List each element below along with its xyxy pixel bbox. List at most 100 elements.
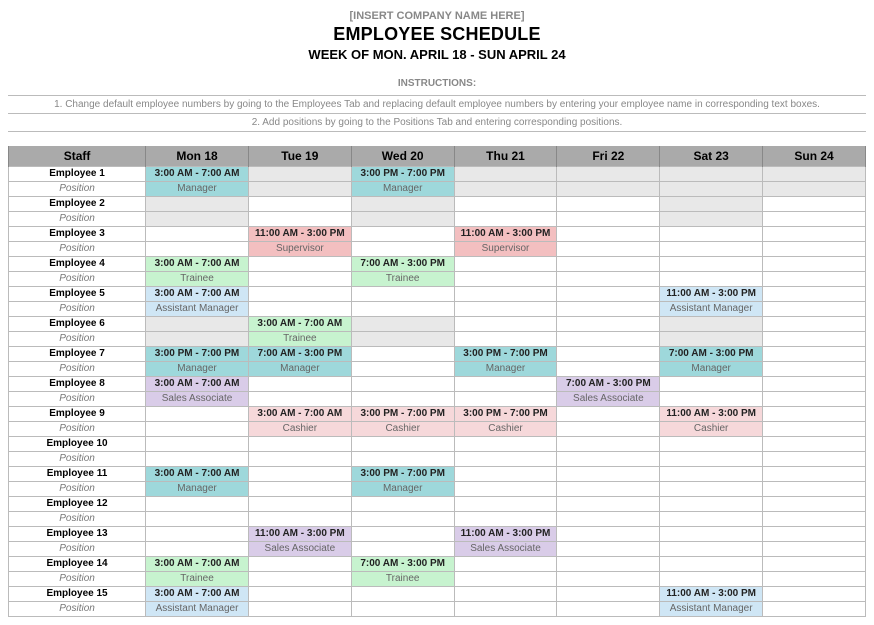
shift-time-cell [351, 587, 454, 602]
shift-role-cell [248, 182, 351, 197]
shift-role-cell: Sales Associate [454, 542, 557, 557]
shift-time-cell [557, 437, 660, 452]
shift-time-cell [660, 527, 763, 542]
shift-time-cell [351, 437, 454, 452]
employee-row: Employee 93:00 AM - 7:00 AM3:00 PM - 7:0… [9, 407, 866, 422]
shift-role-cell [454, 332, 557, 347]
col-fri: Fri 22 [557, 146, 660, 167]
shift-role-cell [557, 242, 660, 257]
employee-position-row: PositionManagerManagerManagerManager [9, 362, 866, 377]
shift-time-cell [557, 317, 660, 332]
shift-time-cell: 3:00 AM - 7:00 AM [146, 287, 249, 302]
employee-position-row: PositionTraineeTrainee [9, 272, 866, 287]
shift-time-cell [146, 317, 249, 332]
shift-time-cell [763, 287, 866, 302]
shift-time-cell [351, 377, 454, 392]
shift-role-cell [248, 602, 351, 617]
shift-time-cell [557, 287, 660, 302]
employee-row: Employee 53:00 AM - 7:00 AM11:00 AM - 3:… [9, 287, 866, 302]
position-label-cell: Position [9, 182, 146, 197]
shift-role-cell [763, 422, 866, 437]
shift-time-cell: 11:00 AM - 3:00 PM [660, 407, 763, 422]
shift-time-cell: 7:00 AM - 3:00 PM [351, 557, 454, 572]
shift-time-cell: 3:00 AM - 7:00 AM [146, 257, 249, 272]
shift-role-cell [660, 452, 763, 467]
shift-time-cell [557, 467, 660, 482]
shift-role-cell [660, 512, 763, 527]
shift-time-cell: 11:00 AM - 3:00 PM [454, 527, 557, 542]
shift-role-cell: Assistant Manager [660, 302, 763, 317]
shift-role-cell [351, 602, 454, 617]
shift-role-cell: Manager [146, 362, 249, 377]
shift-role-cell [660, 392, 763, 407]
shift-role-cell [763, 542, 866, 557]
employee-row: Employee 2 [9, 197, 866, 212]
shift-time-cell: 11:00 AM - 3:00 PM [454, 227, 557, 242]
shift-time-cell: 11:00 AM - 3:00 PM [660, 587, 763, 602]
employee-row: Employee 153:00 AM - 7:00 AM11:00 AM - 3… [9, 587, 866, 602]
position-label-cell: Position [9, 272, 146, 287]
employee-name: Employee 9 [9, 407, 146, 422]
shift-time-cell: 7:00 AM - 3:00 PM [660, 347, 763, 362]
shift-time-cell [454, 557, 557, 572]
shift-time-cell [660, 167, 763, 182]
employee-name: Employee 3 [9, 227, 146, 242]
shift-time-cell [763, 377, 866, 392]
shift-time-cell [248, 497, 351, 512]
shift-role-cell [248, 452, 351, 467]
employee-name: Employee 4 [9, 257, 146, 272]
shift-role-cell [351, 212, 454, 227]
employee-position-row: PositionAssistant ManagerAssistant Manag… [9, 302, 866, 317]
shift-role-cell [248, 482, 351, 497]
shift-role-cell: Manager [248, 362, 351, 377]
employee-row: Employee 43:00 AM - 7:00 AM 7:00 AM - 3:0… [9, 257, 866, 272]
employee-name: Employee 14 [9, 557, 146, 572]
shift-time-cell: 7:00 AM - 3:00 PM [351, 257, 454, 272]
shift-role-cell [248, 272, 351, 287]
page-subtitle: WEEK OF MON. APRIL 18 - SUN APRIL 24 [8, 47, 866, 62]
header-row: Staff Mon 18 Tue 19 Wed 20 Thu 21 Fri 22… [9, 146, 866, 167]
shift-role-cell [557, 422, 660, 437]
shift-role-cell [351, 242, 454, 257]
shift-role-cell: Trainee [351, 572, 454, 587]
shift-role-cell: Manager [351, 482, 454, 497]
shift-time-cell [763, 197, 866, 212]
shift-time-cell [763, 497, 866, 512]
shift-role-cell [146, 542, 249, 557]
shift-time-cell [351, 527, 454, 542]
position-label-cell: Position [9, 362, 146, 377]
shift-time-cell: 3:00 AM - 7:00 AM [248, 407, 351, 422]
shift-role-cell: Cashier [660, 422, 763, 437]
shift-role-cell [454, 512, 557, 527]
shift-role-cell [146, 212, 249, 227]
shift-time-cell [351, 347, 454, 362]
shift-time-cell [146, 197, 249, 212]
shift-role-cell [557, 512, 660, 527]
shift-time-cell [248, 437, 351, 452]
shift-time-cell [660, 257, 763, 272]
shift-role-cell [248, 212, 351, 227]
position-label-cell: Position [9, 482, 146, 497]
shift-role-cell: Cashier [454, 422, 557, 437]
shift-role-cell [763, 572, 866, 587]
employee-row: Employee 13:00 AM - 7:00 AM3:00 PM - 7:0… [9, 167, 866, 182]
shift-role-cell [557, 362, 660, 377]
shift-time-cell [146, 497, 249, 512]
shift-time-cell [454, 377, 557, 392]
shift-time-cell [454, 257, 557, 272]
shift-time-cell: 3:00 PM - 7:00 PM [454, 347, 557, 362]
employee-position-row: PositionManagerManager [9, 182, 866, 197]
employee-position-row: PositionTrainee [9, 332, 866, 347]
shift-time-cell [763, 527, 866, 542]
shift-time-cell [763, 587, 866, 602]
shift-time-cell [454, 467, 557, 482]
employee-position-row: Position [9, 212, 866, 227]
position-label-cell: Position [9, 572, 146, 587]
shift-time-cell [351, 227, 454, 242]
shift-role-cell [557, 542, 660, 557]
position-label-cell: Position [9, 302, 146, 317]
shift-time-cell [454, 437, 557, 452]
shift-role-cell [351, 392, 454, 407]
employee-position-row: PositionCashierCashierCashierCashier [9, 422, 866, 437]
employee-name: Employee 8 [9, 377, 146, 392]
